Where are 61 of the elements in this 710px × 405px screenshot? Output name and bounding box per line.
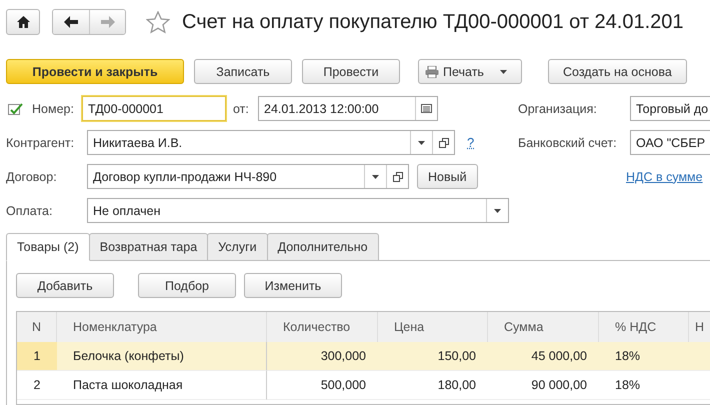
home-icon — [16, 16, 30, 28]
caret-icon — [494, 208, 501, 212]
toolbar-button[interactable]: Провести и закрыть — [6, 59, 184, 84]
new-button[interactable]: Новый — [417, 164, 478, 189]
open-window-icon — [438, 138, 448, 148]
table-row[interactable]: 1 Белочка (конфеты) 300,000 150,00 45 000,00 18% — [17, 342, 710, 371]
table-button[interactable]: Добавить — [16, 273, 114, 298]
field-label: Организация: — [518, 102, 598, 116]
column-header: Н — [689, 312, 710, 342]
date-field[interactable]: 24.01.2013 12:00:00 — [258, 96, 438, 121]
printer-icon — [425, 66, 439, 78]
table-cell: 45 000,00 — [488, 342, 599, 371]
table-cell: Белочка (конфеты) — [57, 342, 267, 371]
number-field[interactable]: ТД00-000001 — [82, 96, 226, 121]
counterparty-field[interactable]: Никитаева И.В. — [87, 130, 455, 155]
organization-field[interactable]: Торговый до — [630, 96, 710, 121]
tab[interactable]: Товары (2) — [6, 233, 90, 261]
column-header: Цена — [378, 312, 488, 342]
column-header: % НДС — [599, 312, 689, 342]
window-title: Счет на оплату покупателю ТД00-000001 от 24.01.201 — [182, 10, 684, 34]
column-header: Сумма — [488, 312, 599, 342]
toolbar-button[interactable]: Создать на основа — [548, 59, 687, 84]
table-cell: 18% — [599, 342, 689, 371]
toolbar-button[interactable]: Печать — [418, 59, 522, 84]
toolbar-button[interactable]: Записать — [194, 59, 292, 84]
back-button[interactable] — [53, 10, 89, 34]
toolbar-button[interactable]: Провести — [302, 59, 400, 84]
field-label: от: — [233, 102, 250, 116]
column-header: Номенклатура — [57, 312, 267, 342]
field-label: Банковский счет: — [518, 136, 618, 150]
field-label: Контрагент: — [6, 136, 76, 150]
table-cell: 150,00 — [378, 342, 488, 371]
table-cell: Паста шоколадная — [57, 371, 267, 400]
tab[interactable]: Услуги — [207, 233, 268, 261]
posted-document-icon — [8, 102, 24, 116]
star-icon[interactable] — [146, 10, 170, 34]
table-cell: 1 — [17, 342, 57, 371]
help-link[interactable]: ? — [467, 135, 474, 150]
open-window-icon — [392, 172, 402, 182]
payment-field[interactable]: Не оплачен — [87, 198, 509, 223]
caret-icon — [418, 140, 425, 144]
table-button[interactable]: Изменить — [244, 273, 342, 298]
tab[interactable]: Дополнительно — [266, 233, 379, 261]
tab[interactable]: Возвратная тара — [88, 233, 208, 261]
caret-icon — [500, 70, 507, 74]
forward-arrow-icon — [100, 16, 114, 28]
field-label: Оплата: — [6, 204, 54, 218]
vat-link[interactable]: НДС в сумме — [626, 170, 703, 184]
field-label: Договор: — [6, 170, 58, 184]
bank-account-field[interactable]: ОАО "СБЕР — [630, 130, 710, 155]
column-header: Количество — [267, 312, 378, 342]
back-arrow-icon — [64, 16, 78, 28]
table-cell: 300,000 — [267, 342, 378, 371]
column-header: N — [17, 312, 57, 342]
table-row[interactable]: 2 Паста шоколадная 500,000 180,00 90 000,00 18% — [17, 371, 710, 400]
home-button[interactable] — [6, 9, 40, 35]
calendar-icon — [421, 104, 432, 113]
contract-field[interactable]: Договор купли-продажи НЧ-890 — [87, 164, 409, 189]
table-button[interactable]: Подбор — [138, 273, 236, 298]
field-label: Номер: — [32, 102, 75, 116]
caret-icon — [372, 174, 379, 178]
